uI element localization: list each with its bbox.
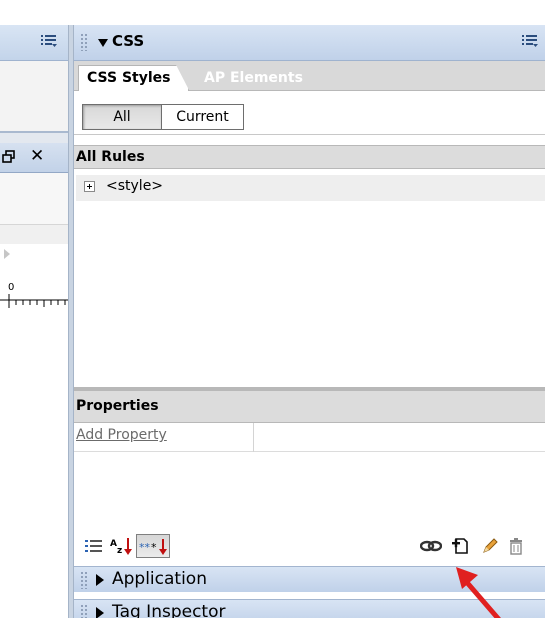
panel-tabs: CSS Styles AP Elements [74,61,545,91]
category-view-icon[interactable] [84,536,104,556]
alphabetical-view-icon[interactable]: A z [110,536,134,556]
panel-options-menu-icon[interactable] [521,33,539,49]
svg-text:A: A [110,539,117,549]
rule-label: <style> [106,178,164,194]
ruler-label: 0 [8,282,15,293]
add-property-link[interactable]: Add Property [76,427,167,443]
show-set-properties-icon: ** * [139,539,167,555]
show-set-properties-button[interactable]: ** * [136,534,170,558]
restore-window-icon[interactable] [2,150,16,164]
expand-arrow-icon[interactable] [96,574,104,586]
document-scroll-row [0,224,68,244]
view-toggle: All Current [74,91,545,135]
scroll-right-arrow-icon[interactable] [4,249,10,259]
delete-icon[interactable] [506,536,526,556]
all-rules-header: All Rules [74,145,545,169]
expand-plus-icon[interactable] [84,181,95,192]
column-divider [253,423,254,452]
panel-title: Application [112,569,207,589]
css-panel-header[interactable]: CSS [74,25,545,61]
left-panel-gap [0,133,68,143]
document-area [0,173,68,224]
tab-css-styles[interactable]: CSS Styles [78,65,190,91]
panel-title: CSS [112,32,145,50]
list-item[interactable]: <style> [76,175,545,201]
left-panel-lower [0,312,68,618]
left-panel-body [0,61,68,131]
svg-text:*: * [151,541,157,554]
edit-style-icon[interactable] [480,536,500,556]
panel-options-menu-icon[interactable] [40,33,58,49]
expand-arrow-icon[interactable] [96,607,104,618]
drag-grip-icon[interactable] [80,33,88,51]
panel-title: Tag Inspector [112,602,226,618]
svg-text:**: ** [139,541,151,554]
close-document-icon[interactable]: ✕ [30,145,44,167]
horizontal-ruler: 0 [0,282,68,312]
annotation-arrow-icon [456,567,501,618]
rules-list: <style> [76,175,545,387]
properties-header: Properties [74,391,545,423]
tab-ap-elements[interactable]: AP Elements [204,66,303,91]
ruler-ticks [0,294,68,308]
svg-text:z: z [117,546,122,556]
all-button[interactable]: All [82,104,162,130]
new-css-rule-icon[interactable] [451,536,471,556]
properties-row: Add Property [74,423,545,452]
properties-area [74,452,545,526]
current-button[interactable]: Current [162,104,244,130]
drag-grip-icon[interactable] [80,604,88,618]
css-panel-toolbar: A z ** * [74,526,545,566]
collapse-arrow-icon[interactable] [98,39,108,47]
drag-grip-icon[interactable] [80,571,88,589]
attach-stylesheet-icon[interactable] [420,536,442,556]
css-panel: CSS CSS Styles AP Elements All Current A… [74,25,545,618]
left-panel-titlebar [0,25,68,61]
document-window-titlebar: ✕ [0,143,68,173]
